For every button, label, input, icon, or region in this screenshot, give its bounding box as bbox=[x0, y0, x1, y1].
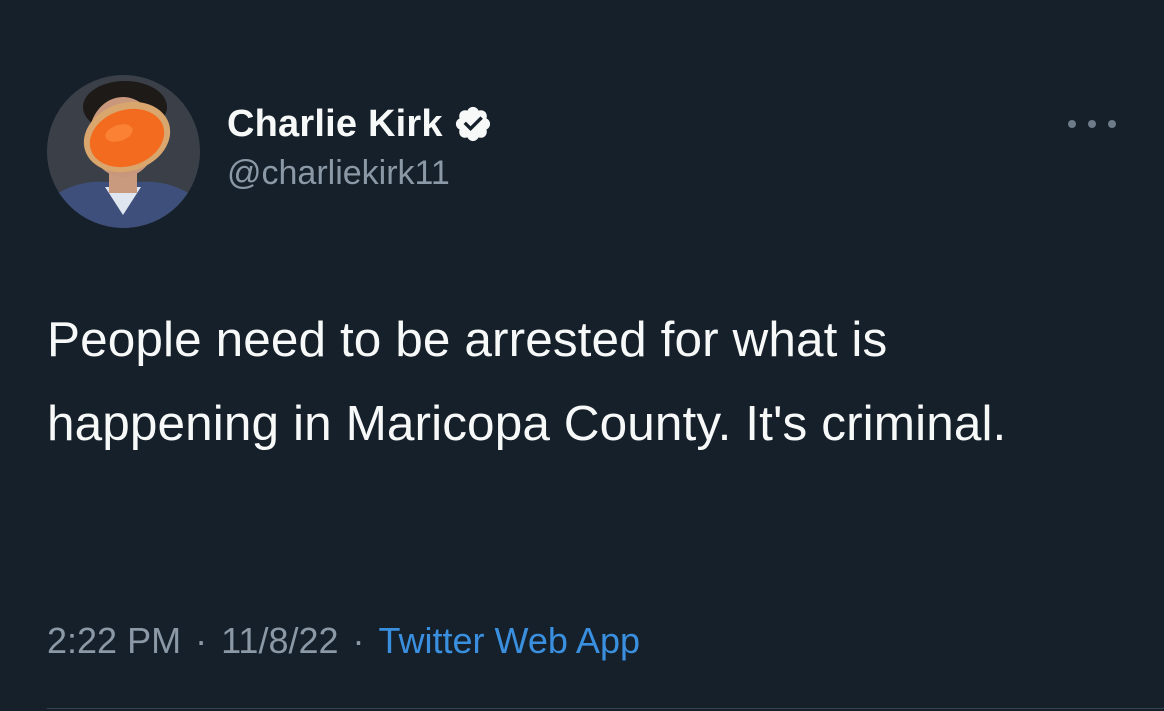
avatar[interactable] bbox=[47, 75, 200, 228]
tweet-card: Charlie Kirk @charliekirk11 People need … bbox=[0, 0, 1164, 711]
more-options-icon[interactable] bbox=[1068, 112, 1116, 136]
divider bbox=[47, 708, 1164, 709]
tweet-metadata: 2:22 PM · 11/8/22 · Twitter Web App bbox=[47, 620, 640, 662]
tweet-source-link[interactable]: Twitter Web App bbox=[379, 620, 640, 662]
more-dot bbox=[1088, 120, 1096, 128]
author-block[interactable]: Charlie Kirk @charliekirk11 bbox=[227, 100, 493, 193]
display-name[interactable]: Charlie Kirk bbox=[227, 103, 443, 146]
more-dot bbox=[1068, 120, 1076, 128]
more-dot bbox=[1108, 120, 1116, 128]
verified-badge-icon bbox=[453, 104, 493, 144]
tweet-text: People need to be arrested for what is h… bbox=[47, 312, 1007, 451]
profile-avatar-image bbox=[47, 75, 200, 228]
meta-separator: · bbox=[195, 620, 208, 661]
meta-separator: · bbox=[352, 620, 365, 661]
user-handle[interactable]: @charliekirk11 bbox=[227, 154, 493, 193]
display-name-row: Charlie Kirk bbox=[227, 100, 493, 148]
tweet-date[interactable]: 11/8/22 bbox=[221, 620, 338, 662]
tweet-time[interactable]: 2:22 PM bbox=[47, 620, 181, 662]
